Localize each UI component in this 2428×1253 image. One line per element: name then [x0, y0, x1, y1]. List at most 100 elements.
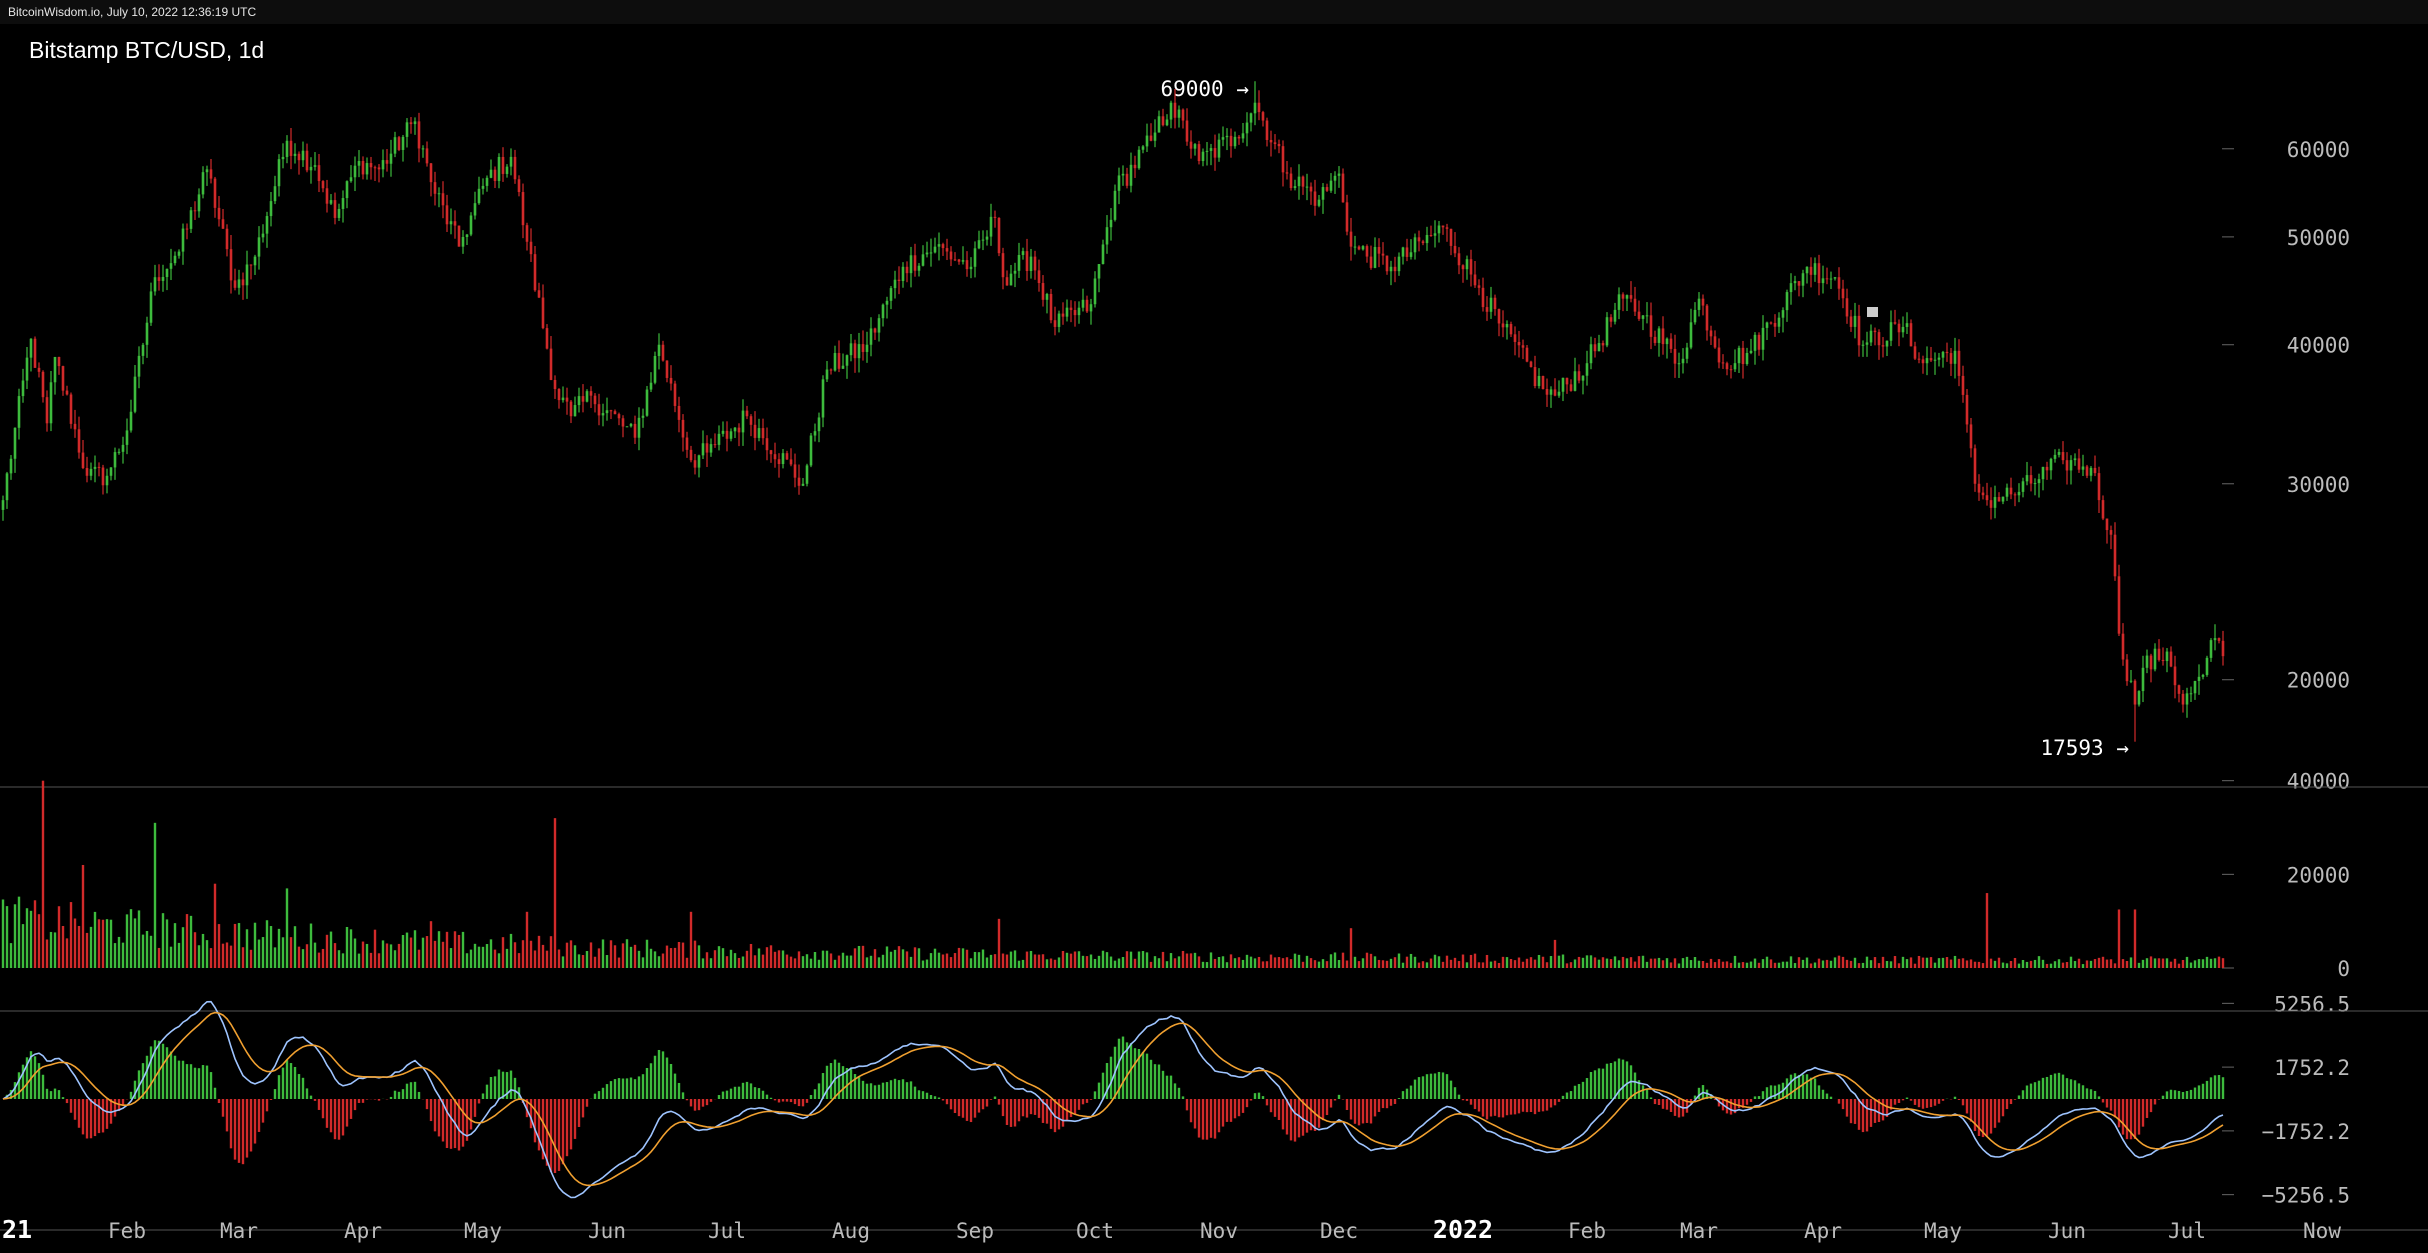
volume-bar — [490, 939, 492, 968]
candle-body — [790, 459, 793, 464]
macd-histogram-bar — [1330, 1099, 1332, 1108]
volume-bar — [1026, 952, 1028, 968]
macd-histogram-bar — [1606, 1064, 1608, 1099]
candle-body — [1730, 369, 1733, 370]
macd-histogram-bar — [1182, 1096, 1184, 1099]
volume-bar — [1518, 958, 1520, 968]
macd-histogram-bar — [734, 1087, 736, 1099]
macd-histogram-bar — [34, 1056, 36, 1099]
macd-histogram-bar — [1286, 1099, 1288, 1135]
volume-bar — [2210, 959, 2212, 968]
macd-histogram-bar — [150, 1046, 152, 1099]
candle-body — [618, 414, 621, 418]
macd-histogram-bar — [862, 1081, 864, 1099]
macd-histogram-bar — [2206, 1081, 2208, 1099]
volume-bar — [1122, 957, 1124, 968]
macd-histogram-bar — [1566, 1093, 1568, 1099]
candle-body — [406, 122, 409, 137]
candle-body — [2106, 519, 2109, 531]
volume-bar — [38, 914, 40, 968]
volume-bar — [70, 902, 72, 968]
volume-bar — [830, 953, 832, 968]
volume-bar — [1262, 961, 1264, 968]
candle-body — [2166, 652, 2169, 661]
candle-body — [1874, 331, 1877, 332]
volume-bar — [114, 943, 116, 968]
macd-histogram-bar — [2034, 1082, 2036, 1099]
candle-body — [454, 221, 457, 225]
macd-histogram-bar — [2122, 1099, 2124, 1135]
macd-histogram-bar — [1090, 1099, 1092, 1100]
volume-bar — [1326, 961, 1328, 968]
candle-body — [2138, 691, 2141, 704]
volume-bar — [1982, 963, 1984, 968]
volume-bar — [2186, 957, 2188, 968]
btc-chart[interactable]: 6000050000400003000020000 40000200000 52… — [0, 24, 2428, 1248]
volume-bar — [1598, 960, 1600, 968]
candle-body — [1126, 174, 1129, 186]
macd-histogram-bar — [2214, 1075, 2216, 1099]
candle-body — [1866, 342, 1869, 344]
volume-bar — [334, 943, 336, 968]
candle-body — [482, 186, 485, 189]
volume-bar — [122, 943, 124, 968]
macd-histogram-bar — [1898, 1099, 1900, 1103]
candle-body — [1958, 351, 1961, 376]
volume-bar — [1614, 956, 1616, 968]
candle-body — [910, 255, 913, 273]
candle-body — [854, 343, 857, 358]
candle-body — [546, 328, 549, 349]
volume-bar — [534, 950, 536, 968]
macd-histogram-bar — [1494, 1099, 1496, 1116]
volume-bar — [834, 960, 836, 968]
low-annotation: 17593 → — [2040, 736, 2129, 760]
macd-histogram-bar — [1382, 1099, 1384, 1108]
macd-histogram-bar — [2202, 1084, 2204, 1099]
candle-body — [1150, 136, 1153, 141]
volume-bar — [1798, 957, 1800, 968]
macd-histogram-bar — [2094, 1091, 2096, 1099]
volume-bar — [1662, 960, 1664, 968]
macd-histogram-bar — [1654, 1099, 1656, 1104]
candle-body — [462, 237, 465, 247]
candle-body — [2122, 634, 2125, 660]
candle-body — [554, 380, 557, 389]
candle-body — [1466, 259, 1469, 269]
candle-body — [262, 234, 265, 238]
volume-bar — [2118, 909, 2120, 968]
volume-bar — [506, 949, 508, 968]
candle-body — [1434, 233, 1437, 235]
macd-histogram-bar — [70, 1099, 72, 1113]
candle-body — [738, 428, 741, 433]
macd-histogram-bar — [646, 1068, 648, 1099]
candle-body — [1122, 174, 1125, 176]
volume-bar — [442, 942, 444, 968]
macd-histogram-bar — [2042, 1078, 2044, 1099]
volume-bar — [58, 906, 60, 968]
candle-body — [354, 166, 357, 178]
candle-body — [1802, 273, 1805, 285]
macd-histogram-bar — [58, 1090, 60, 1099]
candle-body — [1982, 493, 1985, 496]
volume-bar — [1790, 956, 1792, 968]
volume-bar — [2222, 958, 2224, 968]
macd-histogram-bar — [346, 1099, 348, 1127]
volume-bar — [1830, 961, 1832, 968]
volume-bar — [886, 946, 888, 968]
macd-histogram-bar — [1254, 1093, 1256, 1099]
macd-histogram-bar — [1510, 1099, 1512, 1115]
volume-bar — [1086, 956, 1088, 968]
macd-histogram-bar — [758, 1088, 760, 1099]
macd-histogram-bar — [1338, 1095, 1340, 1099]
volume-bar — [1558, 956, 1560, 968]
macd-histogram-bar — [1542, 1099, 1544, 1111]
candle-body — [1274, 142, 1277, 144]
macd-histogram-bar — [1358, 1099, 1360, 1125]
macd-histogram-bar — [1614, 1061, 1616, 1099]
macd-histogram-bar — [742, 1083, 744, 1099]
macd-histogram-bar — [182, 1061, 184, 1099]
volume-bar — [1902, 957, 1904, 968]
volume-bar — [894, 950, 896, 968]
macd-histogram-bar — [2166, 1091, 2168, 1099]
macd-histogram-bar — [2062, 1075, 2064, 1099]
